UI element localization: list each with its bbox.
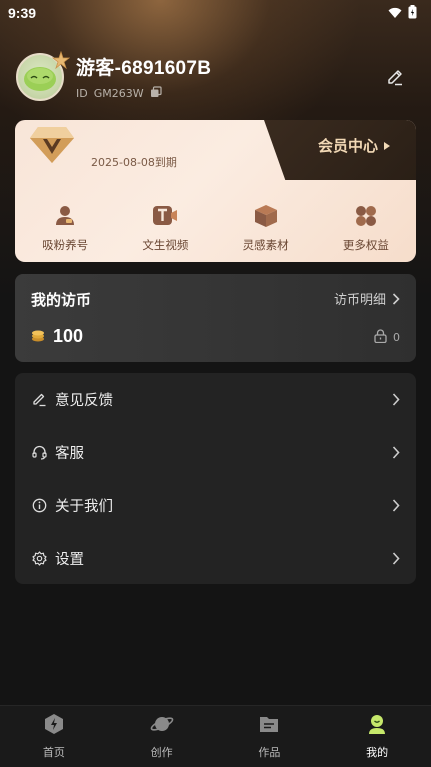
coins-detail-link[interactable]: 访币明细	[334, 289, 400, 308]
coins-amount: 100	[53, 326, 84, 346]
info-icon	[31, 498, 47, 514]
vip-feature-fans[interactable]: 吸粉养号	[20, 204, 110, 253]
menu-item-settings[interactable]: 设置	[15, 532, 416, 585]
tab-label: 首页	[42, 746, 65, 759]
vip-center-button[interactable]: 会员中心	[318, 135, 390, 156]
vip-feature-text-video[interactable]: 文生视频	[120, 204, 210, 253]
status-time: 9:39	[8, 5, 37, 21]
vip-expire-date: 2025-08-08到期	[91, 156, 177, 169]
coins-balance: 100	[31, 326, 83, 347]
profile-header: 游客-6891607B ID GM263W	[16, 50, 416, 102]
menu-item-label: 关于我们	[55, 499, 113, 515]
coins-title: 我的访币	[31, 291, 92, 309]
planet-icon	[150, 713, 174, 739]
vip-feature-inspiration[interactable]: 灵感素材	[221, 204, 311, 253]
menu-item-label: 客服	[55, 446, 84, 462]
coin-icon	[31, 327, 45, 346]
status-bar: 9:39	[0, 0, 431, 26]
chevron-right-icon	[392, 446, 400, 459]
chevron-right-icon	[392, 393, 400, 406]
home-lightning-icon	[43, 713, 65, 739]
pencil-icon	[388, 70, 402, 86]
tab-label: 我的	[366, 746, 389, 759]
box-icon	[254, 204, 278, 232]
vip-diamond-icon	[29, 125, 75, 169]
vip-feature-label: 文生视频	[142, 238, 189, 252]
vip-features: 吸粉养号 文生视频 灵感素材 更多权益	[15, 204, 416, 253]
text-video-icon	[152, 204, 178, 232]
tab-label: 创作	[150, 746, 173, 759]
vip-feature-label: 灵感素材	[242, 238, 289, 252]
vip-feature-label: 吸粉养号	[42, 238, 89, 252]
menu-item-customer-service[interactable]: 客服	[15, 426, 416, 479]
chevron-right-icon	[392, 499, 400, 512]
tab-mine[interactable]: 我的	[337, 713, 417, 760]
lock-icon	[374, 329, 387, 346]
bottom-tab-bar: 首页 创作 作品 我的	[0, 705, 431, 767]
chevron-right-icon	[392, 552, 400, 565]
status-icons	[388, 4, 417, 23]
user-id-row: ID GM263W	[76, 86, 382, 101]
vip-feature-label: 更多权益	[342, 238, 389, 252]
pen-icon	[31, 392, 47, 408]
menu-item-label: 设置	[55, 552, 84, 568]
edit-profile-button[interactable]	[382, 64, 408, 90]
profile-icon	[366, 713, 388, 739]
coins-card: 我的访币 访币明细 100 0	[15, 274, 416, 362]
copy-icon[interactable]	[150, 86, 162, 101]
coins-detail-label: 访币明细	[333, 293, 386, 308]
menu-item-label: 意见反馈	[55, 393, 113, 409]
folder-icon	[258, 713, 280, 739]
tab-works[interactable]: 作品	[229, 713, 309, 760]
caret-right-icon	[384, 141, 390, 150]
user-card-icon	[53, 204, 77, 232]
battery-icon	[408, 4, 417, 23]
chevron-right-icon	[392, 292, 400, 305]
vip-center-label: 会员中心	[317, 137, 378, 155]
headset-icon	[31, 445, 47, 461]
avatar[interactable]	[16, 50, 71, 101]
tab-create[interactable]: 创作	[122, 713, 202, 760]
clover-icon	[354, 204, 378, 232]
profile-info: 游客-6891607B ID GM263W	[76, 53, 382, 101]
user-id-value: GM263W	[93, 87, 144, 100]
tab-label: 作品	[258, 746, 281, 759]
username: 游客-6891607B	[76, 58, 212, 79]
tab-home[interactable]: 首页	[14, 713, 94, 760]
vip-feature-more[interactable]: 更多权益	[321, 204, 411, 253]
locked-coins-value: 0	[393, 331, 400, 344]
user-id-label: ID	[76, 87, 88, 100]
menu-item-about-us[interactable]: 关于我们	[15, 479, 416, 532]
menu-item-feedback[interactable]: 意见反馈	[15, 373, 416, 426]
gear-icon	[31, 551, 47, 567]
wifi-icon	[388, 4, 402, 23]
settings-menu: 意见反馈 客服 关于我们 设置	[15, 373, 416, 584]
vip-card[interactable]: 会员中心 2025-08-08到期 吸粉养号 文生视频 灵感素材 更多权益	[15, 120, 416, 262]
coins-locked: 0	[374, 329, 400, 346]
crown-badge-icon	[51, 50, 71, 73]
